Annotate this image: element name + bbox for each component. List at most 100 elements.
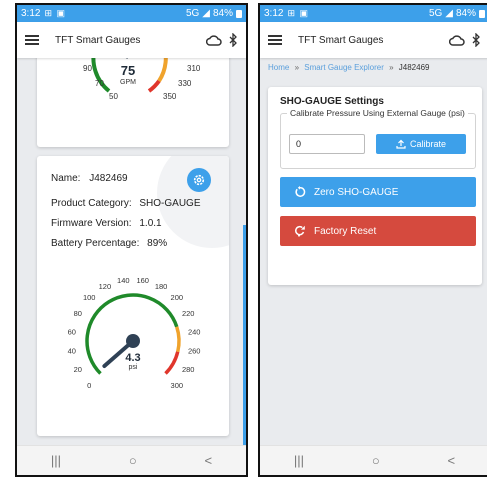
status-time: 3:12 xyxy=(264,8,284,19)
factory-reset-icon xyxy=(294,225,305,237)
device-settings-button[interactable] xyxy=(187,168,211,192)
battery-icon xyxy=(236,9,242,18)
breadcrumb: Home » Smart Gauge Explorer » J482469 xyxy=(268,63,429,72)
device-category-label: Product Category: xyxy=(51,198,132,209)
gauge-tick-label: 280 xyxy=(182,365,195,374)
gauge-tick-label: 240 xyxy=(188,327,201,336)
gauge-arc-danger xyxy=(164,351,180,375)
breadcrumb-explorer-link[interactable]: Smart Gauge Explorer xyxy=(304,63,384,72)
hamburger-menu-icon[interactable] xyxy=(25,35,39,45)
battery-label: Battery Percentage: xyxy=(51,238,140,249)
calibrate-button-label: Calibrate xyxy=(409,139,447,149)
calibrate-pressure-input[interactable] xyxy=(289,134,365,154)
gear-icon xyxy=(193,174,205,186)
reset-zero-icon xyxy=(295,186,306,197)
gauge-arc-warning xyxy=(175,326,181,353)
calibrate-button[interactable]: Calibrate xyxy=(376,134,466,154)
factory-reset-label: Factory Reset xyxy=(314,225,377,237)
back-button[interactable]: < xyxy=(447,453,455,468)
firmware-label: Firmware Version: xyxy=(51,218,132,229)
device-name-row: Name: J482469 xyxy=(51,173,128,184)
breadcrumb-separator: » xyxy=(389,63,394,72)
status-time: 3:12 xyxy=(21,8,41,19)
battery-percent: 84% xyxy=(212,8,233,19)
flow-tick: 350 xyxy=(163,92,177,101)
device-card: Name: J482469 Product Category: SHO-GAUG… xyxy=(37,156,229,436)
notification-icons: ⊞ ▣ xyxy=(287,8,310,18)
battery-percent: 84% xyxy=(455,8,476,19)
bluetooth-icon[interactable] xyxy=(471,33,481,47)
gauge-tick-label: 220 xyxy=(182,309,195,318)
back-button[interactable]: < xyxy=(204,453,212,468)
app-bar: TFT Smart Gauges xyxy=(17,22,246,58)
flow-gauge-value: 75 xyxy=(121,63,135,78)
device-name-value: J482469 xyxy=(89,173,128,184)
breadcrumb-separator: » xyxy=(294,63,300,72)
gauge-value: 4.3 xyxy=(125,352,140,364)
calibrate-fieldset: Calibrate Pressure Using External Gauge … xyxy=(280,108,476,169)
flow-tick: 90 xyxy=(83,64,92,73)
flow-tick: 70 xyxy=(95,79,104,88)
cloud-icon[interactable] xyxy=(206,34,222,46)
device-category-row: Product Category: SHO-GAUGE xyxy=(51,198,201,209)
recents-button[interactable]: ||| xyxy=(294,453,304,468)
network-indicator: 5G xyxy=(428,8,443,19)
settings-title: SHO-GAUGE Settings xyxy=(280,96,384,107)
app-title: TFT Smart Gauges xyxy=(55,34,141,46)
notification-icons: ⊞ ▣ xyxy=(44,8,67,18)
recents-button[interactable]: ||| xyxy=(51,453,61,468)
gauge-tick-label: 200 xyxy=(171,293,184,302)
status-bar: 3:12 ⊞ ▣ 5G ◢ 84% xyxy=(17,5,246,22)
pressure-gauge: 0 20 40 60 80100120 140 160 180200 220 240 260 280 3… xyxy=(68,276,201,390)
gauge-tick-label: 140 xyxy=(117,276,130,285)
phone-screen-gauge-settings: 3:12 ⊞ ▣ 5G ◢ 84% TFT Smart Gauges Home … xyxy=(258,3,487,477)
gauge-tick-label: 160 xyxy=(136,276,149,285)
gauge-tick-label: 180 xyxy=(155,282,168,291)
flow-tick: 330 xyxy=(178,79,192,88)
factory-reset-button[interactable]: Factory Reset xyxy=(280,216,476,246)
flow-tick: 310 xyxy=(187,64,201,73)
firmware-row: Firmware Version: 1.0.1 xyxy=(51,218,162,229)
android-nav-bar: ||| ○ < xyxy=(17,445,246,475)
scrollbar[interactable] xyxy=(243,225,246,451)
hamburger-menu-icon[interactable] xyxy=(268,35,282,45)
network-indicator: 5G xyxy=(185,8,200,19)
android-nav-bar: ||| ○ < xyxy=(260,445,487,475)
home-button[interactable]: ○ xyxy=(129,453,137,468)
status-bar: 3:12 ⊞ ▣ 5G ◢ 84% xyxy=(260,5,487,22)
battery-row: Battery Percentage: 89% xyxy=(51,238,167,249)
firmware-value: 1.0.1 xyxy=(139,218,162,229)
gauge-tick-label: 120 xyxy=(99,282,112,291)
breadcrumb-home-link[interactable]: Home xyxy=(268,63,289,72)
gauge-tick-label: 60 xyxy=(68,327,76,336)
gauge-tick-label: 260 xyxy=(188,347,201,356)
flow-tick: 50 xyxy=(109,92,118,101)
cloud-icon[interactable] xyxy=(449,34,465,46)
upload-icon xyxy=(396,139,406,149)
gauge-settings-card: SHO-GAUGE Settings Calibrate Pressure Us… xyxy=(268,87,482,285)
flow-gauge: 90 310 70 330 50 350 75 GPM xyxy=(83,51,201,101)
battery-value: 89% xyxy=(147,238,168,249)
gauge-tick-label: 20 xyxy=(74,365,82,374)
gauge-tick-label: 0 xyxy=(87,381,91,390)
app-title: TFT Smart Gauges xyxy=(298,34,384,46)
home-button[interactable]: ○ xyxy=(372,453,380,468)
gauge-tick-label: 100 xyxy=(83,293,96,302)
zero-gauge-button[interactable]: Zero SHO-GAUGE xyxy=(280,177,476,207)
gauge-hub xyxy=(126,334,140,348)
phone-screen-device-details: 3:12 ⊞ ▣ 5G ◢ 84% TFT Smart Gauges 90 31… xyxy=(15,3,248,477)
calibrate-legend: Calibrate Pressure Using External Gauge … xyxy=(287,108,468,118)
app-bar: TFT Smart Gauges xyxy=(260,22,487,58)
zero-gauge-label: Zero SHO-GAUGE xyxy=(314,186,399,198)
gauge-tick-label: 300 xyxy=(171,381,184,390)
signal-icon: ◢ xyxy=(202,8,210,19)
flow-gauge-unit: GPM xyxy=(120,79,136,86)
status-right: 5G ◢ 84% xyxy=(429,8,485,19)
status-right: 5G ◢ 84% xyxy=(186,8,242,19)
battery-icon xyxy=(479,9,485,18)
bluetooth-icon[interactable] xyxy=(228,33,238,47)
flow-gauge-card: 90 310 70 330 50 350 75 GPM xyxy=(37,51,229,147)
device-name-label: Name: xyxy=(51,173,81,184)
gauge-tick-label: 80 xyxy=(74,309,82,318)
gauge-unit: psi xyxy=(129,364,138,371)
